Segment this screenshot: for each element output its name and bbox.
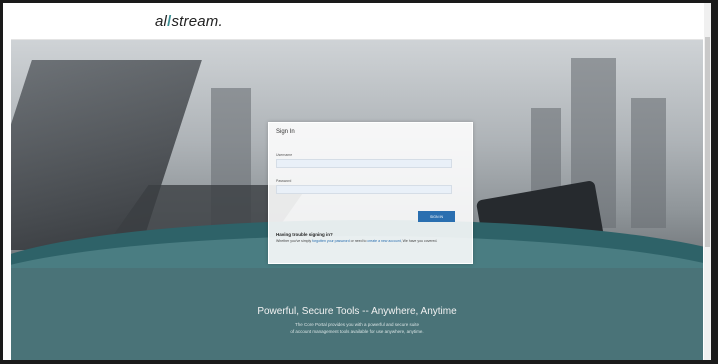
username-input[interactable] bbox=[276, 159, 452, 168]
sign-in-button[interactable]: SIGN IN bbox=[418, 211, 455, 222]
hero-banner: Sign In Username Password SIGN IN Having… bbox=[11, 40, 703, 268]
logo-text-right: stream. bbox=[171, 13, 223, 30]
password-input[interactable] bbox=[276, 185, 452, 194]
create-account-link[interactable]: create a new account bbox=[367, 239, 400, 243]
trouble-heading: Having trouble signing in? bbox=[276, 232, 333, 237]
background-building bbox=[631, 98, 666, 228]
help-text: Whether you've simply forgotten your pas… bbox=[276, 239, 461, 244]
scrollbar-thumb[interactable] bbox=[705, 37, 710, 247]
promo-title: Powerful, Secure Tools -- Anywhere, Anyt… bbox=[257, 306, 457, 317]
help-mid: or need to bbox=[350, 239, 367, 243]
allstream-logo[interactable]: al/stream. bbox=[155, 13, 223, 30]
promo-section: Powerful, Secure Tools -- Anywhere, Anyt… bbox=[11, 268, 703, 360]
browser-page: al/stream. Sign In Username Password SIG… bbox=[3, 3, 711, 360]
logo-text-left: al bbox=[155, 13, 168, 30]
forgot-password-link[interactable]: forgotten your password bbox=[312, 239, 350, 243]
password-label: Password bbox=[276, 179, 292, 183]
help-suffix: , We have you covered. bbox=[400, 239, 438, 243]
scrollbar[interactable] bbox=[704, 3, 711, 360]
site-header: al/stream. bbox=[11, 3, 703, 40]
promo-line-2: of account management tools available fo… bbox=[290, 328, 424, 334]
help-prefix: Whether you've simply bbox=[276, 239, 312, 243]
sign-in-panel: Sign In Username Password SIGN IN Having… bbox=[268, 122, 473, 264]
sign-in-title: Sign In bbox=[276, 129, 295, 135]
promo-subtitle: The Core Portal provides you with a powe… bbox=[11, 322, 703, 335]
username-label: Username bbox=[276, 153, 293, 157]
